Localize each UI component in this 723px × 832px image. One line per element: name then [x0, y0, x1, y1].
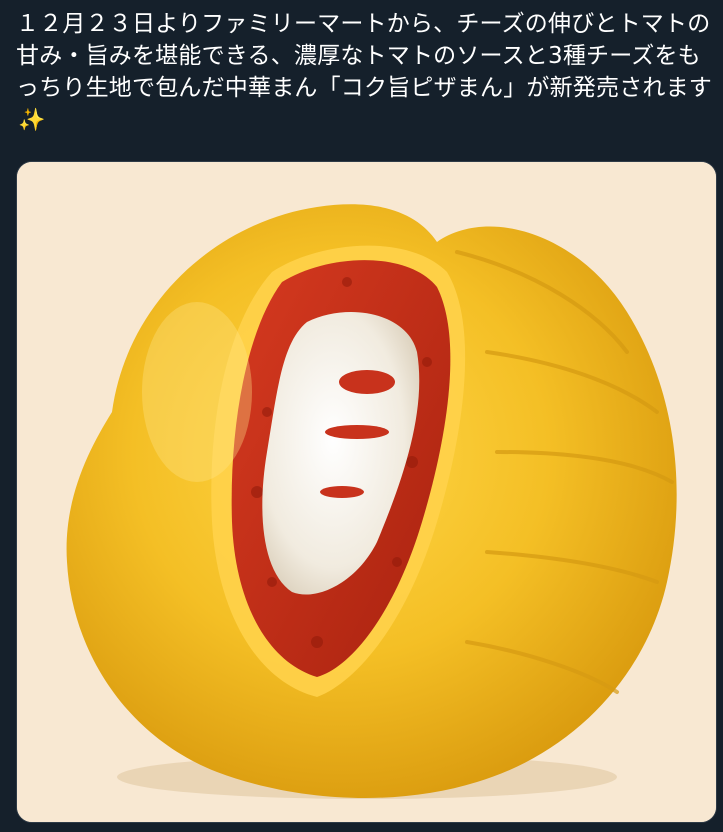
- tweet-body: １２月２３日よりファミリーマートから、チーズの伸びとトマトの甘み・旨みを堪能でき…: [16, 11, 712, 101]
- tweet-photo[interactable]: [16, 161, 717, 823]
- tweet-text: １２月２３日よりファミリーマートから、チーズの伸びとトマトの甘み・旨みを堪能でき…: [16, 8, 716, 137]
- bun-highlight: [142, 302, 252, 482]
- sparkles-icon: ✨: [18, 108, 46, 133]
